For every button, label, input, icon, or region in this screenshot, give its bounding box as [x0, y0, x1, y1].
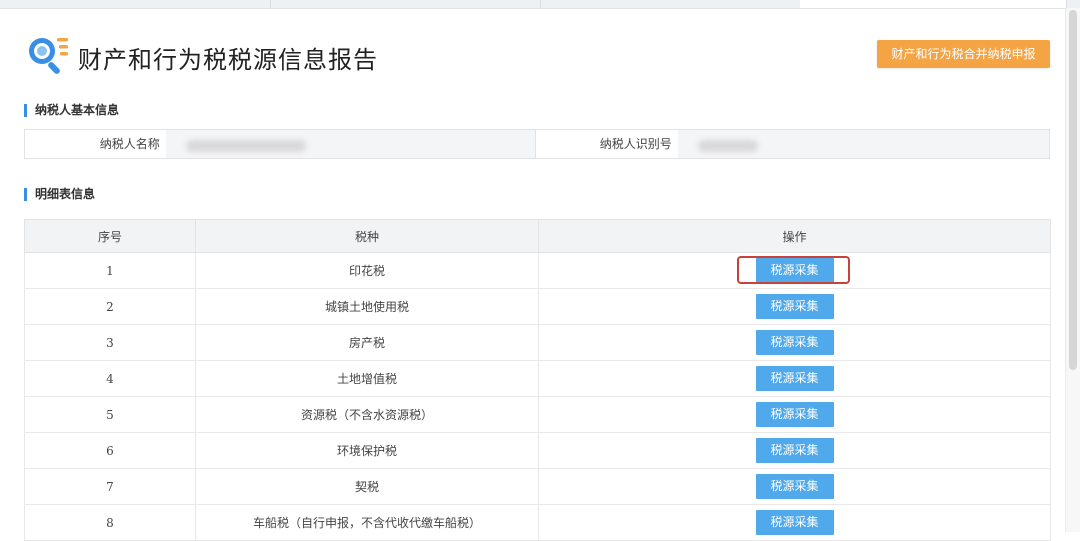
tax-type: 城镇土地使用税: [195, 288, 539, 325]
action-cell: 税源采集: [538, 288, 1051, 325]
table-row: 7 契税 税源采集: [24, 468, 1051, 505]
browser-tab[interactable]: [0, 0, 271, 8]
taxpayer-name-label: 纳税人名称: [99, 137, 160, 151]
search-document-icon: [29, 38, 68, 74]
browser-tab[interactable]: [540, 0, 801, 8]
tax-source-collect-button[interactable]: 税源采集: [755, 294, 834, 319]
table-row: 5 资源税（不含水资源税） 税源采集: [24, 396, 1051, 433]
taxpayer-id-field: [677, 130, 1049, 158]
table-row: 3 房产税 税源采集: [24, 324, 1051, 361]
section-title-basic-info: 纳税人基本信息: [24, 104, 119, 117]
column-header-no: 序号: [24, 219, 196, 253]
action-cell: 税源采集: [538, 432, 1051, 469]
row-number: 5: [24, 396, 196, 433]
tax-type: 房产税: [195, 324, 539, 361]
redacted-value: [185, 140, 306, 152]
tax-source-collect-button[interactable]: 税源采集: [755, 330, 834, 355]
tax-source-collect-button[interactable]: 税源采集: [755, 438, 834, 463]
vertical-scrollbar[interactable]: [1065, 8, 1080, 532]
tax-type: 环境保护税: [195, 432, 539, 469]
tax-detail-table: 序号 税种 操作 1 印花税 税源采集 2 城镇土地使用税 税源采集 3 房产税…: [24, 219, 1051, 541]
tax-type: 契税: [195, 468, 539, 505]
row-number: 1: [24, 252, 196, 289]
row-number: 7: [24, 468, 196, 505]
row-number: 4: [24, 360, 196, 397]
row-number: 6: [24, 432, 196, 469]
row-number: 2: [24, 288, 196, 325]
tax-type: 资源税（不含水资源税）: [195, 396, 539, 433]
table-row: 4 土地增值税 税源采集: [24, 360, 1051, 397]
row-number: 8: [24, 504, 196, 541]
tax-type: 土地增值税: [195, 360, 539, 397]
action-cell: 税源采集: [538, 468, 1051, 505]
action-cell: 税源采集: [538, 504, 1051, 541]
tax-type: 印花税: [195, 252, 539, 289]
taxpayer-info-table: 纳税人名称 纳税人识别号: [24, 129, 1050, 159]
page-title: 财产和行为税税源信息报告: [78, 46, 378, 74]
browser-tab-strip: [0, 0, 1080, 9]
table-row: 1 印花税 税源采集: [24, 252, 1051, 289]
page-header: 财产和行为税税源信息报告 财产和行为税合并纳税申报: [24, 32, 1054, 78]
column-header-action: 操作: [538, 219, 1051, 253]
scrollbar-thumb[interactable]: [1069, 10, 1077, 370]
row-number: 3: [24, 324, 196, 361]
table-row: 2 城镇土地使用税 税源采集: [24, 288, 1051, 325]
browser-tab[interactable]: [270, 0, 541, 8]
section-title-detail: 明细表信息: [24, 188, 95, 201]
taxpayer-name-field: [165, 130, 537, 158]
action-cell: 税源采集: [538, 360, 1051, 397]
table-row: 8 车船税（自行申报，不含代收代缴车船税） 税源采集: [24, 504, 1051, 541]
action-cell: 税源采集: [538, 324, 1051, 361]
table-header-row: 序号 税种 操作: [24, 219, 1051, 253]
table-row: 6 环境保护税 税源采集: [24, 432, 1051, 469]
browser-tab-active[interactable]: [800, 0, 1067, 8]
action-cell: 税源采集: [538, 252, 1051, 289]
tax-type: 车船税（自行申报，不含代收代缴车船税）: [195, 504, 539, 541]
taxpayer-id-label: 纳税人识别号: [599, 137, 672, 151]
tax-source-collect-button[interactable]: 税源采集: [755, 366, 834, 391]
tax-source-collect-button[interactable]: 税源采集: [755, 402, 834, 427]
redacted-value: [697, 140, 758, 152]
column-header-tax: 税种: [195, 219, 539, 253]
tax-source-collect-button[interactable]: 税源采集: [755, 258, 834, 283]
tax-source-collect-button[interactable]: 税源采集: [755, 474, 834, 499]
tax-source-collect-button[interactable]: 税源采集: [755, 510, 834, 535]
action-cell: 税源采集: [538, 396, 1051, 433]
merge-declaration-button[interactable]: 财产和行为税合并纳税申报: [877, 40, 1050, 68]
